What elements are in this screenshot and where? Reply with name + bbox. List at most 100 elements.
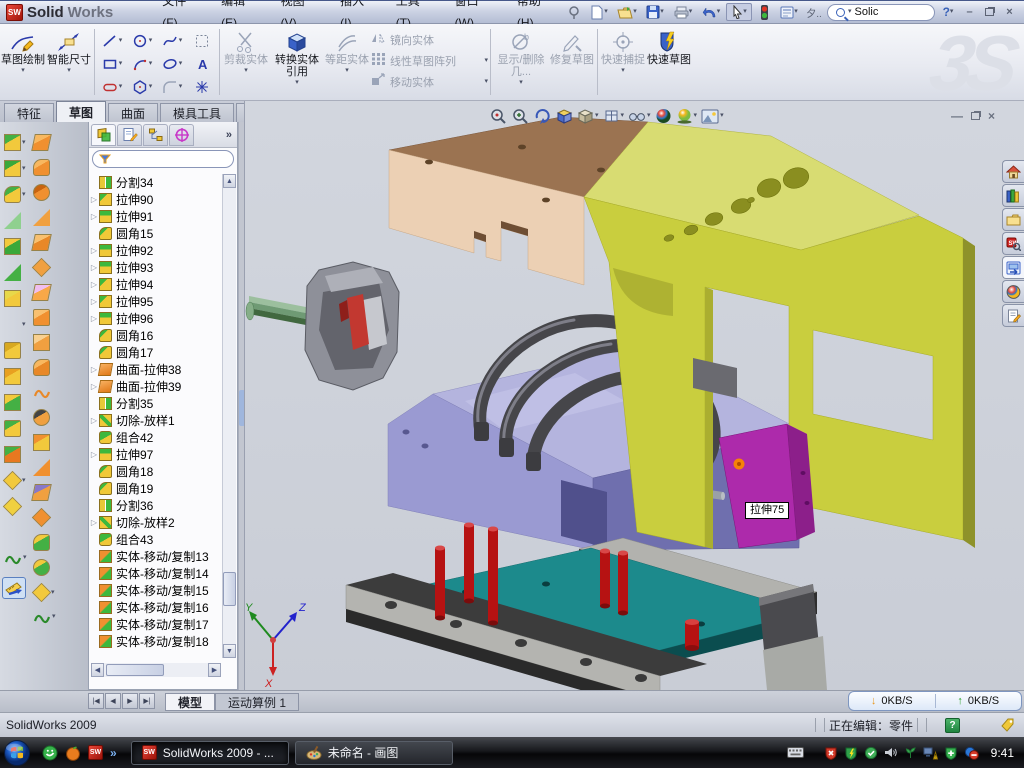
tree-item-实体-移动/复制13[interactable]: 实体-移动/复制13: [89, 548, 223, 565]
tab-featuremanager[interactable]: [91, 124, 116, 146]
features-tool-14-icon[interactable]: ▾: [4, 472, 26, 489]
search-input[interactable]: ▾ Solic: [827, 4, 935, 21]
spline-feature-icon[interactable]: ▾: [4, 550, 27, 566]
sketch-fillet-icon[interactable]: ▾: [157, 75, 187, 98]
expander-icon[interactable]: ▷: [89, 195, 99, 204]
quick-launch-solidworks-icon[interactable]: SW: [88, 745, 103, 760]
spline-tool-icon[interactable]: ▾: [157, 29, 187, 52]
tab-nav-3[interactable]: ▶|: [139, 693, 155, 709]
shadows-icon[interactable]: ▾: [675, 107, 699, 125]
quick-launch-sphere-icon[interactable]: [65, 745, 81, 761]
traffic-light-icon[interactable]: [754, 3, 774, 21]
expander-icon[interactable]: ▷: [89, 314, 99, 323]
tree-item-实体-移动/复制17[interactable]: 实体-移动/复制17: [89, 616, 223, 633]
linear-pattern-icon[interactable]: ▾: [4, 316, 26, 333]
model-clamp-part[interactable]: [305, 262, 399, 390]
features-fillet-icon[interactable]: ▾: [4, 186, 26, 203]
print-icon[interactable]: ▾: [670, 3, 696, 21]
options-icon[interactable]: ▾: [776, 3, 802, 21]
rapid-sketch-button[interactable]: 快速草图: [646, 28, 692, 66]
task-pane-view-palette[interactable]: [1002, 256, 1024, 279]
tree-item-曲面-拉伸38[interactable]: ▷曲面-拉伸38: [89, 361, 223, 378]
task-pane-resources[interactable]: [1002, 160, 1024, 183]
tree-item-拉伸91[interactable]: ▷拉伸91: [89, 208, 223, 225]
linear-sketch-pattern-button[interactable]: 线性草图阵列▾: [370, 52, 488, 69]
expander-icon[interactable]: ▷: [89, 518, 99, 527]
tree-item-组合42[interactable]: 组合42: [89, 429, 223, 446]
scroll-up-button[interactable]: ▲: [223, 174, 236, 188]
surfaces-tool-19-icon[interactable]: ▾: [33, 584, 55, 601]
combine-icon[interactable]: [4, 420, 21, 437]
undo-icon[interactable]: ▾: [698, 3, 724, 21]
features-tool-7-icon[interactable]: [4, 290, 21, 307]
tree-item-拉伸95[interactable]: ▷拉伸95: [89, 293, 223, 310]
surfaces-tool-12-icon[interactable]: [33, 409, 50, 426]
polygon-tool-icon[interactable]: ▾: [127, 75, 157, 98]
features-tool-10-icon[interactable]: [4, 368, 21, 385]
task-pane-design-library[interactable]: [1002, 184, 1024, 207]
tree-item-切除-放样2[interactable]: ▷切除-放样2: [89, 514, 223, 531]
doc-close-button[interactable]: ×: [988, 109, 995, 123]
tree-item-实体-移动/复制18[interactable]: 实体-移动/复制18: [89, 633, 223, 650]
tree-item-实体-移动/复制14[interactable]: 实体-移动/复制14: [89, 565, 223, 582]
quick-snaps-button[interactable]: 快速捕捉▾: [600, 28, 646, 74]
surfaces-tool-4-icon[interactable]: [33, 209, 50, 226]
features-tool-11-icon[interactable]: [4, 394, 21, 411]
doc-restore-button[interactable]: [971, 109, 980, 123]
features-tool-15-icon[interactable]: [4, 498, 21, 515]
features-tool-2-icon[interactable]: ▾: [4, 160, 26, 177]
rotate-view-icon[interactable]: [533, 107, 553, 125]
expander-icon[interactable]: ▷: [89, 416, 99, 425]
text-tool-icon[interactable]: A: [187, 52, 217, 75]
offset-entities-button[interactable]: 等距实体▾: [324, 28, 370, 74]
features-tool-9-icon[interactable]: [4, 342, 21, 359]
pin-icon[interactable]: [564, 3, 584, 21]
trim-entities-button[interactable]: 剪裁实体▾: [222, 28, 270, 74]
surfaces-tool-10-icon[interactable]: [33, 359, 50, 376]
command-tab-曲面[interactable]: 曲面: [108, 103, 158, 122]
tree-item-拉伸92[interactable]: ▷拉伸92: [89, 242, 223, 259]
tree-item-拉伸96[interactable]: ▷拉伸96: [89, 310, 223, 327]
smart-dimension-button[interactable]: 智能尺寸▾: [46, 28, 92, 74]
surfaces-tool-7-icon[interactable]: [33, 284, 50, 301]
line-tool-icon[interactable]: ▾: [97, 29, 127, 52]
tree-item-分割36[interactable]: 分割36: [89, 497, 223, 514]
zoom-area-icon[interactable]: [511, 107, 531, 125]
model-base-assembly[interactable]: [346, 538, 827, 691]
tree-item-实体-移动/复制15[interactable]: 实体-移动/复制15: [89, 582, 223, 599]
surfaces-tool-3-icon[interactable]: [33, 184, 50, 201]
surfaces-tool-11-icon[interactable]: [33, 384, 51, 400]
task-pane-file-explorer[interactable]: [1002, 208, 1024, 231]
hide-show-items-icon[interactable]: ▾: [627, 108, 652, 124]
surfaces-tool-14-icon[interactable]: [33, 459, 50, 476]
quick-tips-button[interactable]: ?: [945, 718, 960, 733]
selection-box-icon[interactable]: [187, 29, 217, 52]
graphics-viewport[interactable]: Y Z X ▾▾▾▾▾ — × SW 拉伸75: [244, 101, 1024, 691]
point-tool-icon[interactable]: [187, 75, 217, 98]
tab-model[interactable]: 模型: [165, 693, 215, 711]
tray-shield-x-icon[interactable]: [824, 746, 838, 760]
surfaces-tool-18-icon[interactable]: [33, 559, 50, 576]
start-button[interactable]: [0, 738, 34, 768]
scroll-down-button[interactable]: ▼: [223, 644, 236, 658]
tray-volume-icon[interactable]: [884, 746, 898, 759]
taskbar-button-SolidWorks 2009 - ...[interactable]: SWSolidWorks 2009 - ...: [131, 741, 289, 765]
surfaces-tool-6-icon[interactable]: [33, 259, 50, 276]
model-canvas[interactable]: Y Z X: [245, 101, 1024, 691]
surfaces-tool-1-icon[interactable]: [33, 134, 50, 151]
model-green-rod[interactable]: [246, 296, 311, 326]
tray-sync-icon[interactable]: [964, 746, 979, 760]
surfaces-tool-5-icon[interactable]: [33, 234, 50, 251]
tab-configurationmanager[interactable]: [143, 124, 168, 146]
tree-item-圆角19[interactable]: 圆角19: [89, 480, 223, 497]
ellipse-tool-icon[interactable]: ▾: [157, 52, 187, 75]
tree-item-圆角17[interactable]: 圆角17: [89, 344, 223, 361]
slot-tool-icon[interactable]: ▾: [97, 75, 127, 98]
tree-item-拉伸97[interactable]: ▷拉伸97: [89, 446, 223, 463]
mirror-entities-button[interactable]: 镜向实体: [370, 31, 488, 48]
display-style-icon[interactable]: ▾: [576, 107, 600, 125]
tray-update-icon[interactable]: [864, 746, 878, 760]
tree-item-拉伸94[interactable]: ▷拉伸94: [89, 276, 223, 293]
rectangle-tool-icon[interactable]: ▾: [97, 52, 127, 75]
circle-tool-icon[interactable]: ▾: [127, 29, 157, 52]
